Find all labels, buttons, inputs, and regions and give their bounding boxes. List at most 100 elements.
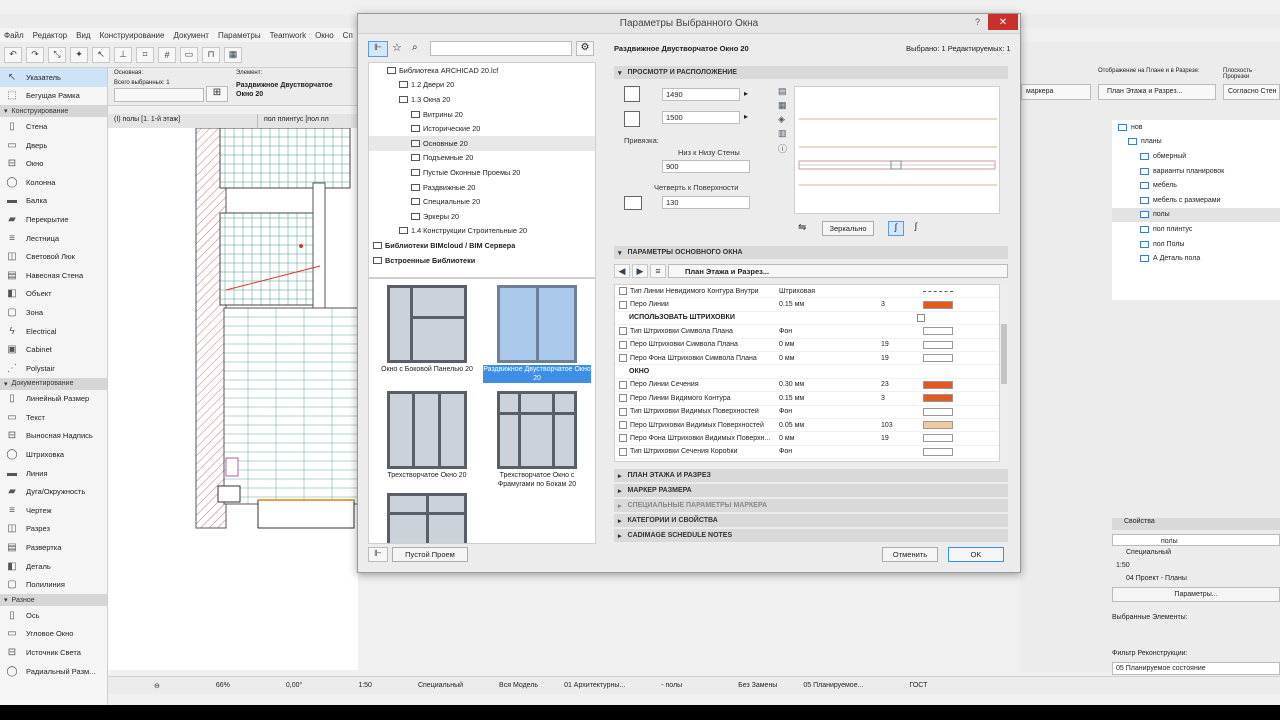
param-row[interactable]: Использовать Штриховки bbox=[615, 312, 999, 326]
gallery-item-selected[interactable]: Раздвижное Двустворчатое Окно 20 bbox=[483, 285, 591, 383]
renovation-dropdown[interactable]: 05 Планируемое состояние bbox=[1112, 662, 1280, 675]
tool-item[interactable]: ▰ Перекрытие bbox=[0, 210, 107, 229]
tree-item[interactable]: Эркеры 20 bbox=[369, 209, 595, 224]
tree-item[interactable]: Подъемные 20 bbox=[369, 151, 595, 166]
search-icon[interactable]: ⌕ bbox=[412, 42, 418, 53]
cut-plane-dropdown[interactable]: Согласно Стен bbox=[1223, 84, 1280, 100]
param-lock-checkbox[interactable] bbox=[619, 421, 627, 430]
param-lock-checkbox[interactable] bbox=[619, 340, 627, 349]
info-icon[interactable]: ⓘ bbox=[778, 142, 792, 155]
pen-color-swatch[interactable] bbox=[923, 434, 953, 443]
menu-edit[interactable]: Редактор bbox=[33, 31, 67, 40]
info-pointer-options[interactable] bbox=[114, 88, 204, 102]
section-special-marker[interactable]: ▸ Специальные Параметры Маркера bbox=[614, 499, 1008, 512]
width-arrow-icon[interactable]: ▸ bbox=[744, 89, 748, 98]
tool-item[interactable]: ≡ Чертеж bbox=[0, 501, 107, 520]
tree-item[interactable]: 1.2 Двери 20 bbox=[369, 78, 595, 93]
param-lock-checkbox[interactable] bbox=[619, 434, 627, 443]
opening-side-icon[interactable]: ∫ bbox=[888, 221, 904, 236]
layers-icon[interactable]: ▭ bbox=[180, 46, 198, 63]
pen-color-swatch[interactable] bbox=[923, 407, 953, 416]
toolbox-section-design[interactable]: ▾ Конструирование bbox=[0, 105, 107, 118]
info-grid-icon[interactable]: ⊞ bbox=[206, 86, 228, 102]
override[interactable]: Без Замены bbox=[732, 682, 783, 689]
param-pen[interactable]: 19 bbox=[879, 341, 915, 348]
menu-options[interactable]: Параметры bbox=[218, 31, 261, 40]
toolbox-section-more[interactable]: ▾ Разное bbox=[0, 594, 107, 607]
view-mode-icon[interactable]: ⊩ bbox=[368, 41, 388, 57]
gallery-item[interactable]: Окно с Боковой Панелью 20 bbox=[373, 285, 481, 374]
menu-design[interactable]: Конструирование bbox=[100, 31, 165, 40]
section-categories[interactable]: ▸ Категории и Свойства bbox=[614, 514, 1008, 527]
arrow-right-icon[interactable]: ▶ bbox=[632, 264, 648, 278]
toolbox-section-document[interactable]: ▾ Документирование bbox=[0, 377, 107, 390]
pen-color-swatch[interactable] bbox=[923, 394, 953, 403]
ok-button[interactable]: OK bbox=[948, 547, 1004, 562]
param-row[interactable]: Перо Линии Видимого Контура 0.15 мм 3 bbox=[615, 392, 999, 406]
tool-item[interactable]: ◫ Световой Люк bbox=[0, 247, 107, 266]
tree-item[interactable]: 1.4 Конструкции Строительные 20 bbox=[369, 224, 595, 239]
tree-item[interactable]: Библиотеки BIMcloud / BIM Сервера bbox=[369, 238, 595, 253]
arrow-tool-icon[interactable]: ↖ bbox=[92, 46, 110, 63]
param-value[interactable]: 0 мм bbox=[775, 435, 879, 442]
param-row[interactable]: Перо Штриховки Символа Плана 0 мм 19 bbox=[615, 339, 999, 352]
reveal-value-field[interactable]: 130 bbox=[662, 196, 750, 209]
section-view-placement[interactable]: ▾ Просмотр и Расположение bbox=[614, 66, 1008, 79]
opening-side-alt-icon[interactable]: ∫ bbox=[908, 221, 924, 236]
properties-header[interactable]: Свойства bbox=[1112, 518, 1280, 530]
tab-skirting[interactable]: пол плинтус [пол пл bbox=[258, 114, 360, 128]
param-pen[interactable]: 103 bbox=[879, 422, 915, 429]
param-row[interactable]: Тип Штриховки Сечения Коробки Фон bbox=[615, 446, 999, 460]
tree-item[interactable]: Раздвижные 20 bbox=[369, 180, 595, 195]
magic-wand-icon[interactable]: ✦ bbox=[70, 46, 88, 63]
tool-marquee[interactable]: ⬚ Бегущая Рамка bbox=[0, 87, 107, 106]
width-field[interactable]: 1490 bbox=[662, 88, 740, 101]
snap-icon[interactable]: ⌗ bbox=[136, 46, 154, 63]
pen-color-swatch[interactable] bbox=[923, 327, 953, 336]
tool-item[interactable]: ⋰ Polystair bbox=[0, 359, 107, 378]
scale-value[interactable]: 1:50 bbox=[352, 682, 378, 689]
plan-view-icon[interactable]: ▤ bbox=[778, 86, 792, 97]
tool-item[interactable]: ◯ Колонна bbox=[0, 173, 107, 192]
param-value[interactable]: 0.15 мм bbox=[775, 395, 879, 402]
tool-item[interactable]: ▢ Зона bbox=[0, 303, 107, 322]
tool-item[interactable]: ▬ Линия bbox=[0, 464, 107, 483]
tool-item[interactable]: ◧ Деталь bbox=[0, 557, 107, 576]
section-cadimage[interactable]: ▸ CADIMAGE SCHEDULE NOTES bbox=[614, 529, 1008, 542]
tree-item[interactable]: Встроенные Библиотеки bbox=[369, 253, 595, 268]
tool-item[interactable]: ▭ Угловое Окно bbox=[0, 625, 107, 644]
tool-item[interactable]: ▯ Линейный Размер bbox=[0, 390, 107, 409]
tool-item[interactable]: ◫ Разрез bbox=[0, 520, 107, 539]
use-fills-checkbox[interactable] bbox=[917, 313, 925, 322]
param-lock-checkbox[interactable] bbox=[619, 354, 627, 363]
gallery-item[interactable]: Трехстворчатое Окно 20 bbox=[373, 391, 481, 480]
param-pen[interactable]: 3 bbox=[879, 301, 915, 308]
param-pen[interactable]: 19 bbox=[879, 435, 915, 442]
model-view[interactable]: Вся Модель bbox=[493, 682, 544, 689]
navigator-item[interactable]: А Деталь пола bbox=[1112, 251, 1280, 266]
gallery-item-partial[interactable] bbox=[373, 493, 481, 543]
undo-icon[interactable]: ↶ bbox=[4, 46, 22, 63]
floor-plan-canvas[interactable] bbox=[108, 128, 358, 670]
model-view-option[interactable]: - полы bbox=[655, 682, 688, 689]
pen-color-swatch[interactable] bbox=[923, 421, 953, 430]
lock-icon[interactable]: ⊓ bbox=[202, 46, 220, 63]
param-pen[interactable]: 19 bbox=[879, 355, 915, 362]
pen-color-swatch[interactable] bbox=[923, 380, 953, 389]
layer-combo[interactable]: Специальный bbox=[412, 682, 469, 689]
param-row[interactable]: Тип Линии Невидимого Контура Внутри Штрих… bbox=[615, 285, 999, 299]
tool-item[interactable]: ▰ Дуга/Окружность bbox=[0, 482, 107, 501]
pen-color-swatch[interactable] bbox=[923, 447, 953, 456]
section-view-icon[interactable]: ▦ bbox=[778, 100, 792, 111]
zoom-icon[interactable]: ⊖ bbox=[148, 682, 166, 690]
menu-document[interactable]: Документ bbox=[173, 31, 209, 40]
section-dim-marker[interactable]: ▸ Маркер Размера bbox=[614, 484, 1008, 497]
tool-item[interactable]: ▯ Стена bbox=[0, 117, 107, 136]
param-value[interactable]: 0.15 мм bbox=[775, 301, 879, 308]
anchor-mode[interactable]: Низ к Низу Стены bbox=[678, 148, 740, 157]
tool-item[interactable]: ▤ Навесная Стена bbox=[0, 266, 107, 285]
reveal-label[interactable]: Четверть к Поверхности bbox=[654, 183, 738, 192]
menu-view[interactable]: Вид bbox=[76, 31, 90, 40]
tree-item[interactable]: Исторические 20 bbox=[369, 121, 595, 136]
cancel-button[interactable]: Отменить bbox=[882, 547, 938, 562]
